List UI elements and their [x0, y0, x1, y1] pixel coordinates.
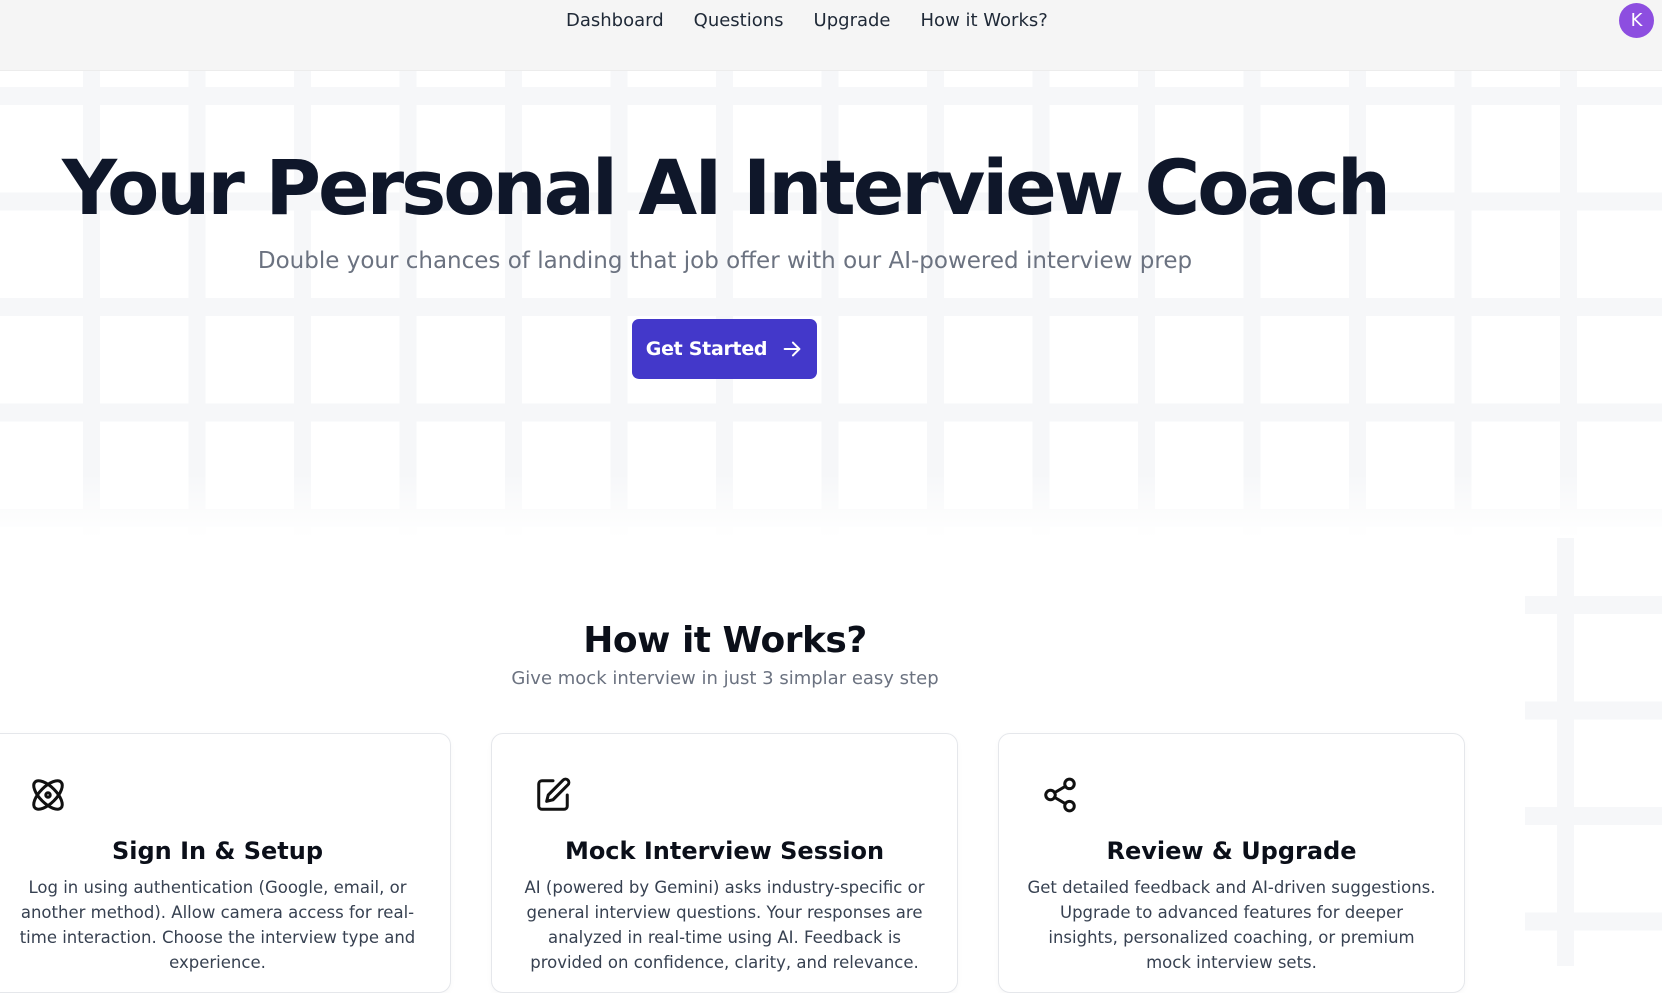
nav-questions[interactable]: Questions: [694, 8, 784, 34]
step-card-description: Log in using authentication (Google, ema…: [19, 878, 416, 972]
hero-title: Your Personal AI Interview Coach: [62, 143, 1391, 232]
step-card-title: Review & Upgrade: [1106, 837, 1357, 865]
nav-upgrade[interactable]: Upgrade: [814, 8, 891, 34]
main-nav: Dashboard Questions Upgrade How it Works…: [566, 8, 1048, 34]
get-started-label: Get Started: [645, 338, 768, 360]
step-card-title: Mock Interview Session: [564, 837, 885, 865]
step-card-description: AI (powered by Gemini) asks industry-spe…: [524, 878, 925, 972]
nav-how-it-works[interactable]: How it Works?: [921, 8, 1048, 34]
how-it-works-title: How it Works?: [583, 620, 867, 661]
step-card-description: Get detailed feedback and AI-driven sugg…: [1027, 878, 1436, 972]
how-it-works-subtitle: Give mock interview in just 3 simplar ea…: [511, 668, 939, 689]
get-started-button[interactable]: Get Started: [632, 319, 817, 379]
top-navbar: Dashboard Questions Upgrade How it Works…: [0, 0, 1662, 71]
step-card-review: Review & Upgrade Get detailed feedback a…: [998, 733, 1465, 993]
step-card-sign-in: Sign In & Setup Log in using authenticat…: [0, 733, 451, 993]
arrow-right-icon: [783, 341, 801, 357]
edit-square-icon: [537, 777, 571, 811]
atom-icon: [32, 779, 64, 811]
side-grid-decoration: [1525, 538, 1662, 966]
nav-dashboard[interactable]: Dashboard: [566, 8, 664, 34]
share-icon: [1044, 777, 1076, 813]
user-avatar[interactable]: K: [1619, 3, 1654, 38]
step-card-title: Sign In & Setup: [111, 837, 324, 865]
hero-subtitle: Double your chances of landing that job …: [257, 248, 1193, 274]
step-card-mock-interview: Mock Interview Session AI (powered by Ge…: [491, 733, 958, 993]
